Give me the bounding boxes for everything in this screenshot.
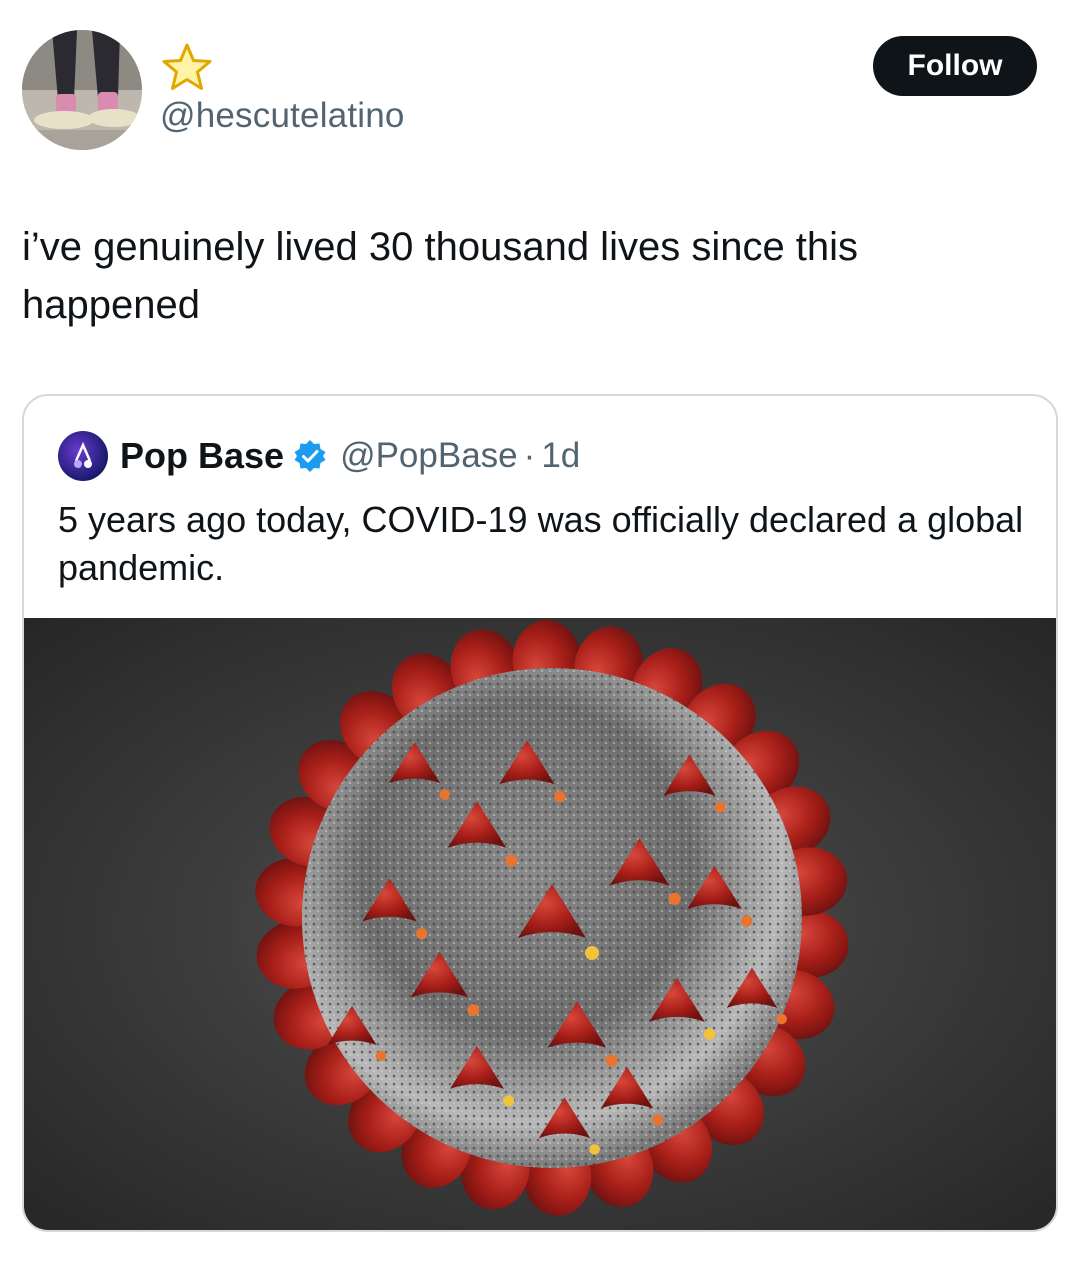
surface-protein (505, 854, 518, 867)
surface-protein (589, 1144, 600, 1155)
popbase-logo-icon (74, 441, 92, 468)
quote-tweet-card[interactable]: Pop Base @PopBase · 1d 5 years ago today… (22, 394, 1058, 1232)
tweet-text: i’ve genuinely lived 30 thousand lives s… (22, 225, 859, 327)
surface-protein (703, 1028, 716, 1040)
surface-protein (668, 892, 681, 905)
star-icon (162, 43, 212, 90)
surface-protein (375, 1050, 387, 1061)
surface-protein (605, 1054, 618, 1067)
quote-header: Pop Base @PopBase · 1d (58, 431, 580, 481)
popbase-avatar[interactable] (58, 431, 108, 481)
follow-button[interactable]: Follow (873, 36, 1037, 96)
author-handle[interactable]: @hescutelatino (160, 96, 405, 136)
surface-protein (439, 789, 451, 800)
user-avatar[interactable] (22, 30, 142, 150)
avatar-photo-icon (22, 30, 142, 150)
surface-protein (553, 790, 566, 803)
quote-timestamp[interactable]: 1d (541, 436, 580, 476)
surface-protein (467, 1004, 480, 1017)
dot-separator: · (523, 436, 536, 475)
quote-text: 5 years ago today, COVID-19 was official… (58, 499, 1024, 588)
surface-protein (585, 946, 599, 960)
surface-protein (652, 1114, 664, 1126)
surface-protein (503, 1095, 515, 1107)
surface-protein (714, 801, 726, 813)
coronavirus-illustration (255, 620, 849, 1216)
quote-author-handle[interactable]: @PopBase (340, 436, 518, 476)
quote-media-image[interactable] (24, 618, 1056, 1230)
surface-protein (416, 928, 428, 940)
surface-protein (776, 1013, 787, 1025)
tweet-header: @hescutelatino Follow (0, 0, 1080, 160)
surface-protein (740, 915, 753, 927)
quote-author-name[interactable]: Pop Base (120, 435, 284, 477)
verified-badge-icon (294, 440, 326, 472)
